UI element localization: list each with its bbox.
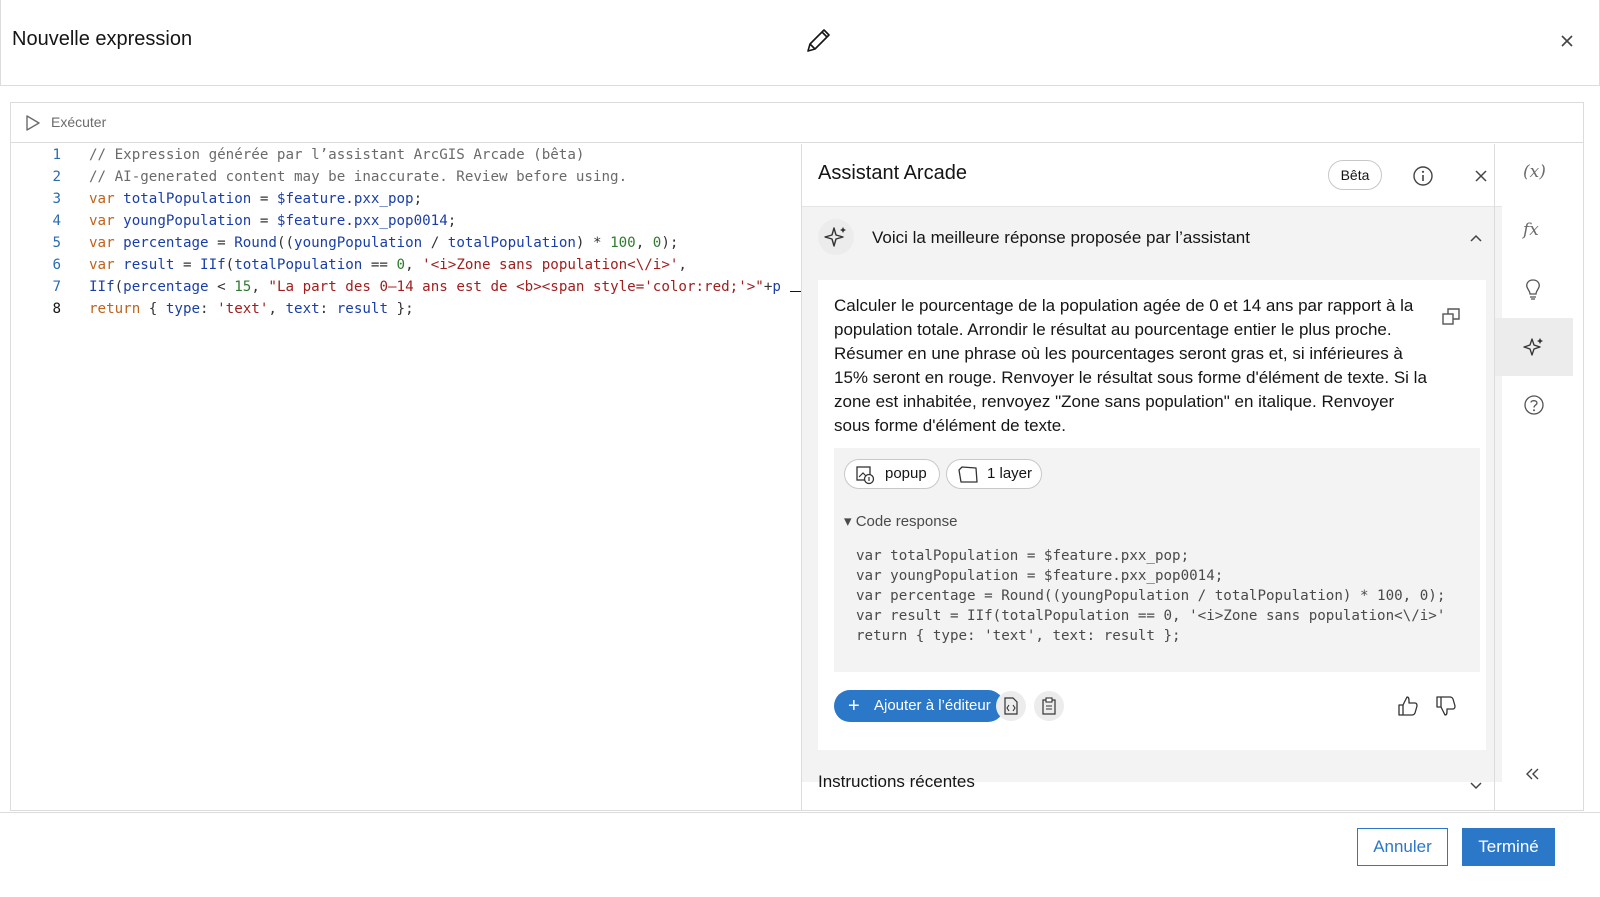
code-text: // AI-generated content may be inaccurat…	[89, 169, 628, 185]
add-to-editor-button[interactable]: + Ajouter à l’éditeur	[834, 690, 1004, 722]
copy-icon[interactable]	[1440, 306, 1462, 328]
expression-editor: Exécuter 1 // Expression générée par l’as…	[10, 102, 1584, 811]
code-line[interactable]: 8 return { type: 'text', text: result };	[11, 298, 801, 320]
code-line[interactable]: 3 var totalPopulation = $feature.pxx_pop;	[11, 188, 801, 210]
sparkle-rail-icon	[1523, 338, 1543, 356]
beta-badge: Bêta	[1328, 160, 1382, 190]
thumbs-down-icon[interactable]	[1434, 694, 1458, 718]
close-dialog-icon[interactable]	[1557, 31, 1577, 51]
code-file-icon	[1004, 697, 1018, 715]
info-icon[interactable]	[1412, 165, 1434, 187]
side-rail: (x) fx	[1494, 144, 1583, 810]
response-title: Voici la meilleure réponse proposée par …	[872, 228, 1250, 247]
dialog-header: Nouvelle expression	[0, 0, 1600, 86]
response-code-line: var percentage = Round((youngPopulation …	[856, 588, 1446, 604]
plus-icon: +	[848, 695, 860, 717]
code-editor[interactable]: 1 // Expression générée par l’assistant A…	[11, 144, 801, 810]
rail-assistant[interactable]	[1495, 318, 1573, 376]
rail-suggestions[interactable]	[1495, 260, 1573, 318]
response-header[interactable]: Voici la meilleure réponse proposée par …	[802, 207, 1502, 269]
line-number: 5	[52, 235, 61, 251]
lightbulb-icon	[1526, 279, 1540, 300]
line-number: 2	[52, 169, 61, 185]
rail-help[interactable]	[1495, 376, 1573, 434]
popup-chip[interactable]: popup	[844, 459, 940, 489]
code-text: var percentage = Round((youngPopulation …	[89, 235, 679, 251]
response-card: Calculer le pourcentage de la population…	[818, 280, 1486, 750]
code-line[interactable]: 5 var percentage = Round((youngPopulation…	[11, 232, 801, 254]
line-number: 7	[52, 279, 61, 295]
add-to-editor-label: Ajouter à l’éditeur	[874, 697, 991, 714]
layer-icon	[958, 466, 978, 483]
response-code-line: var result = IIf(totalPopulation == 0, '…	[856, 608, 1446, 624]
rail-functions[interactable]: fx	[1495, 202, 1573, 260]
chevron-down-icon[interactable]	[1469, 778, 1483, 792]
paste-code-button[interactable]	[1034, 691, 1064, 721]
chevron-up-icon[interactable]	[1469, 231, 1483, 245]
play-icon	[26, 115, 40, 131]
collapse-icon[interactable]	[1523, 764, 1543, 784]
line-number: 8	[52, 301, 61, 317]
popup-chip-label: popup	[885, 465, 927, 482]
done-button[interactable]: Terminé	[1462, 828, 1555, 866]
code-response-toggle[interactable]: ▾ Code response	[844, 512, 957, 530]
code-line[interactable]: 2 // AI-generated content may be inaccura…	[11, 166, 801, 188]
prompt-text: Calculer le pourcentage de la population…	[834, 296, 1427, 435]
code-text: // Expression générée par l’assistant Ar…	[89, 147, 585, 163]
dialog-title: Nouvelle expression	[12, 28, 193, 50]
assistant-header: Assistant Arcade Bêta	[802, 144, 1502, 207]
rail-variables[interactable]: (x)	[1495, 144, 1573, 202]
editor-toolbar: Exécuter	[11, 103, 1583, 143]
sparkle-avatar	[818, 219, 854, 255]
assistant-title: Assistant Arcade	[818, 162, 967, 184]
functions-icon: fx	[1523, 220, 1539, 240]
help-icon	[1524, 395, 1544, 415]
variables-icon: (x)	[1523, 162, 1546, 182]
line-number: 3	[52, 191, 61, 207]
run-label: Exécuter	[51, 114, 107, 130]
response-code-line: var totalPopulation = $feature.pxx_pop;	[856, 548, 1190, 564]
thumbs-up-icon[interactable]	[1396, 694, 1420, 718]
line-number: 4	[52, 213, 61, 229]
code-line[interactable]: 1 // Expression générée par l’assistant A…	[11, 144, 801, 166]
code-text: return { type: 'text', text: result };	[89, 301, 414, 317]
response-code-line: return { type: 'text', text: result };	[856, 628, 1181, 644]
close-assistant-icon[interactable]	[1472, 167, 1490, 185]
layer-chip[interactable]: 1 layer	[946, 459, 1042, 489]
popup-icon	[856, 466, 875, 485]
code-text: var totalPopulation = $feature.pxx_pop;	[89, 191, 423, 207]
layer-chip-label: 1 layer	[987, 465, 1033, 482]
arcade-assistant-panel: Assistant Arcade Bêta Voici la meilleure…	[801, 144, 1502, 810]
response-code-line: var youngPopulation = $feature.pxx_pop00…	[856, 568, 1224, 584]
sparkle-icon	[824, 227, 846, 247]
code-text: var result = IIf(totalPopulation == 0, '…	[89, 257, 687, 273]
code-text: var youngPopulation = $feature.pxx_pop00…	[89, 213, 457, 229]
pencil-icon[interactable]	[803, 26, 833, 56]
code-text: IIf(percentage < 15, "La part des 0–14 a…	[89, 279, 781, 295]
response-section: Voici la meilleure réponse proposée par …	[802, 207, 1502, 782]
line-number: 6	[52, 257, 61, 273]
recent-instructions-label: Instructions récentes	[818, 772, 975, 791]
insert-code-button[interactable]	[996, 691, 1026, 721]
clipboard-icon	[1042, 697, 1056, 715]
code-line[interactable]: 6 var result = IIf(totalPopulation == 0, …	[11, 254, 801, 276]
recent-instructions[interactable]: Instructions récentes	[802, 772, 1502, 810]
code-line[interactable]: 7 IIf(percentage < 15, "La part des 0–14 …	[11, 276, 801, 298]
line-number: 1	[52, 147, 61, 163]
dialog-footer: Annuler Terminé	[0, 812, 1600, 897]
code-response-box: popup 1 layer ▾ Code response var totalP…	[834, 448, 1480, 672]
cancel-button[interactable]: Annuler	[1357, 828, 1448, 866]
code-line[interactable]: 4 var youngPopulation = $feature.pxx_pop0…	[11, 210, 801, 232]
